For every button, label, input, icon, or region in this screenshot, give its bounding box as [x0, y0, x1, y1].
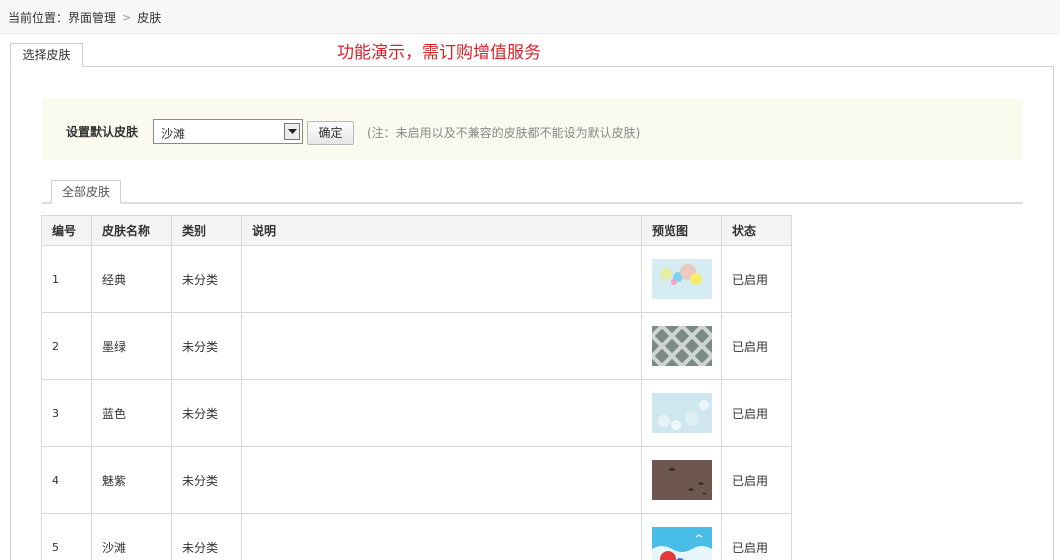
header-id: 编号: [41, 215, 92, 246]
header-description: 说明: [241, 215, 642, 246]
cell-status: 已启用: [721, 379, 792, 447]
cell-id: 2: [41, 312, 92, 380]
preview-thumbnail[interactable]: [652, 460, 712, 500]
default-skin-label: 设置默认皮肤: [66, 125, 139, 139]
confirm-button[interactable]: 确定: [307, 121, 354, 145]
cell-preview: [641, 446, 722, 514]
default-skin-select[interactable]: 沙滩: [153, 119, 303, 144]
cell-id: 3: [41, 379, 92, 447]
cell-name: 经典: [91, 245, 172, 313]
cell-description: [241, 312, 642, 380]
cell-status: 已启用: [721, 312, 792, 380]
breadcrumb-prefix: 当前位置：: [8, 11, 69, 25]
cell-description: [241, 446, 642, 514]
preview-thumbnail[interactable]: [652, 393, 712, 433]
cell-description: [241, 245, 642, 313]
preview-thumbnail[interactable]: [652, 527, 712, 560]
cell-name: 蓝色: [91, 379, 172, 447]
cell-category: 未分类: [171, 513, 242, 560]
sub-tab-divider: [42, 202, 1023, 204]
table-row: 5 沙滩 未分类 已启用: [41, 513, 792, 560]
cell-category: 未分类: [171, 312, 242, 380]
default-skin-setting: 设置默认皮肤 沙滩 确定 (注：未启用以及不兼容的皮肤都不能设为默认皮肤): [42, 98, 1023, 160]
breadcrumb-bar: 当前位置： 界面管理 > 皮肤: [0, 0, 1060, 34]
cell-preview: [641, 245, 722, 313]
chevron-right-icon: >: [122, 11, 132, 24]
preview-thumbnail[interactable]: [652, 259, 712, 299]
breadcrumb: 当前位置： 界面管理 > 皮肤: [8, 9, 161, 26]
cell-status: 已启用: [721, 245, 792, 313]
cell-category: 未分类: [171, 245, 242, 313]
dropdown-arrow-icon[interactable]: [284, 123, 300, 140]
table-row: 2 墨绿 未分类 已启用: [41, 312, 792, 380]
cell-id: 4: [41, 446, 92, 514]
cell-preview: [641, 513, 722, 560]
header-name: 皮肤名称: [91, 215, 172, 246]
cell-id: 1: [41, 245, 92, 313]
breadcrumb-section[interactable]: 界面管理: [68, 9, 116, 26]
preview-thumbnail[interactable]: [652, 326, 712, 366]
cell-category: 未分类: [171, 379, 242, 447]
table-row: 4 魅紫 未分类 已启用: [41, 446, 792, 514]
cell-name: 墨绿: [91, 312, 172, 380]
cell-id: 5: [41, 513, 92, 560]
table-header-row: 编号 皮肤名称 类别 说明 预览图 状态: [41, 215, 792, 246]
cell-name: 魅紫: [91, 446, 172, 514]
tab-select-skin[interactable]: 选择皮肤: [10, 43, 83, 67]
setting-note: (注：未启用以及不兼容的皮肤都不能设为默认皮肤): [367, 126, 641, 140]
skin-panel: 设置默认皮肤 沙滩 确定 (注：未启用以及不兼容的皮肤都不能设为默认皮肤) 全部…: [10, 66, 1054, 560]
cell-category: 未分类: [171, 446, 242, 514]
skin-table: 编号 皮肤名称 类别 说明 预览图 状态 1 经典 未分类 已启用 2 墨绿 未…: [41, 215, 792, 560]
cell-status: 已启用: [721, 446, 792, 514]
promo-text: 功能演示，需订购增值服务: [337, 43, 541, 63]
header-preview: 预览图: [641, 215, 722, 246]
select-value: 沙滩: [161, 127, 186, 141]
cell-status: 已启用: [721, 513, 792, 560]
cell-description: [241, 513, 642, 560]
header-status: 状态: [721, 215, 792, 246]
cell-name: 沙滩: [91, 513, 172, 560]
tab-all-skins[interactable]: 全部皮肤: [51, 180, 121, 204]
cell-preview: [641, 379, 722, 447]
table-row: 1 经典 未分类 已启用: [41, 245, 792, 313]
header-category: 类别: [171, 215, 242, 246]
cell-preview: [641, 312, 722, 380]
breadcrumb-current: 皮肤: [137, 11, 162, 25]
cell-description: [241, 379, 642, 447]
table-row: 3 蓝色 未分类 已启用: [41, 379, 792, 447]
